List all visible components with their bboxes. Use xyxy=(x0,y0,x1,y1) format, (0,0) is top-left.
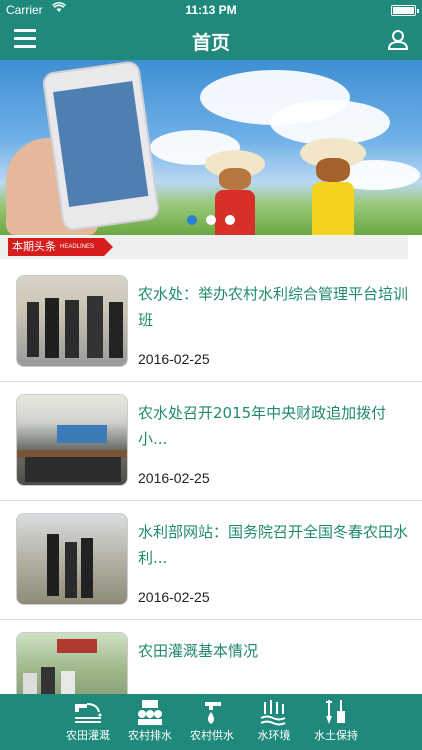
headlines-header: 本期头条 HEADLINES xyxy=(0,235,408,259)
carousel-dot[interactable] xyxy=(225,215,236,225)
tab-label: 农田灌溉 xyxy=(66,729,110,742)
water-supply-icon xyxy=(205,702,221,724)
news-item[interactable]: 农水处：举办农村水利综合管理平台培训班 2016-02-25 xyxy=(0,263,422,382)
carousel-indicator xyxy=(0,210,422,229)
news-list: 农水处：举办农村水利综合管理平台培训班 2016-02-25 农水处召开2015… xyxy=(0,263,422,739)
news-title[interactable]: 农水处召开2015年中央财政追加拨付小... xyxy=(138,400,408,452)
tab-water-supply[interactable]: 农村供水 xyxy=(181,694,243,750)
news-title[interactable]: 农田灌溉基本情况 xyxy=(138,638,408,664)
headlines-label: 本期头条 xyxy=(12,240,56,253)
news-date: 2016-02-25 xyxy=(138,589,210,605)
page-title: 首页 xyxy=(191,32,230,54)
news-date: 2016-02-25 xyxy=(138,470,210,486)
carousel-dot[interactable] xyxy=(186,215,197,225)
headlines-badge: 本期头条 HEADLINES xyxy=(8,238,114,256)
tab-drainage[interactable]: 农村排水 xyxy=(119,694,181,750)
drainage-icon xyxy=(138,700,162,725)
news-item[interactable]: 水利部网站：国务院召开全国冬春农田水利... 2016-02-25 xyxy=(0,501,422,620)
news-thumbnail xyxy=(16,513,128,605)
tab-water-environment[interactable]: 水环境 xyxy=(243,694,305,750)
tab-label: 农村供水 xyxy=(190,729,234,742)
soil-conservation-icon xyxy=(326,700,345,724)
banner-phone-image xyxy=(41,60,161,233)
navigation-bar: 首页 xyxy=(0,20,422,60)
news-item[interactable]: 农水处召开2015年中央财政追加拨付小... 2016-02-25 xyxy=(0,382,422,501)
news-thumbnail xyxy=(16,394,128,486)
battery-icon xyxy=(391,5,419,16)
news-title[interactable]: 农水处：举办农村水利综合管理平台培训班 xyxy=(138,281,408,333)
water-environment-icon xyxy=(260,700,286,726)
carousel-dot[interactable] xyxy=(206,215,216,225)
news-thumbnail xyxy=(16,275,128,367)
irrigation-icon xyxy=(75,703,102,723)
tab-label: 水土保持 xyxy=(314,729,358,742)
status-time: 11:13 PM xyxy=(185,3,237,17)
news-date: 2016-02-25 xyxy=(138,351,210,367)
news-title[interactable]: 水利部网站：国务院召开全国冬春农田水利... xyxy=(138,519,408,571)
banner-carousel[interactable] xyxy=(0,60,422,235)
bottom-tab-bar: 农田灌溉 农村排水 农村供水 水环境 水土保持 xyxy=(0,694,422,750)
tab-label: 农村排水 xyxy=(128,729,172,742)
tab-irrigation[interactable]: 农田灌溉 xyxy=(57,694,119,750)
headlines-sublabel: HEADLINES xyxy=(60,244,95,250)
user-icon[interactable] xyxy=(386,28,410,52)
tab-soil-conservation[interactable]: 水土保持 xyxy=(305,694,367,750)
tab-label: 水环境 xyxy=(257,729,291,742)
status-bar: Carrier 11:13 PM xyxy=(0,0,422,20)
